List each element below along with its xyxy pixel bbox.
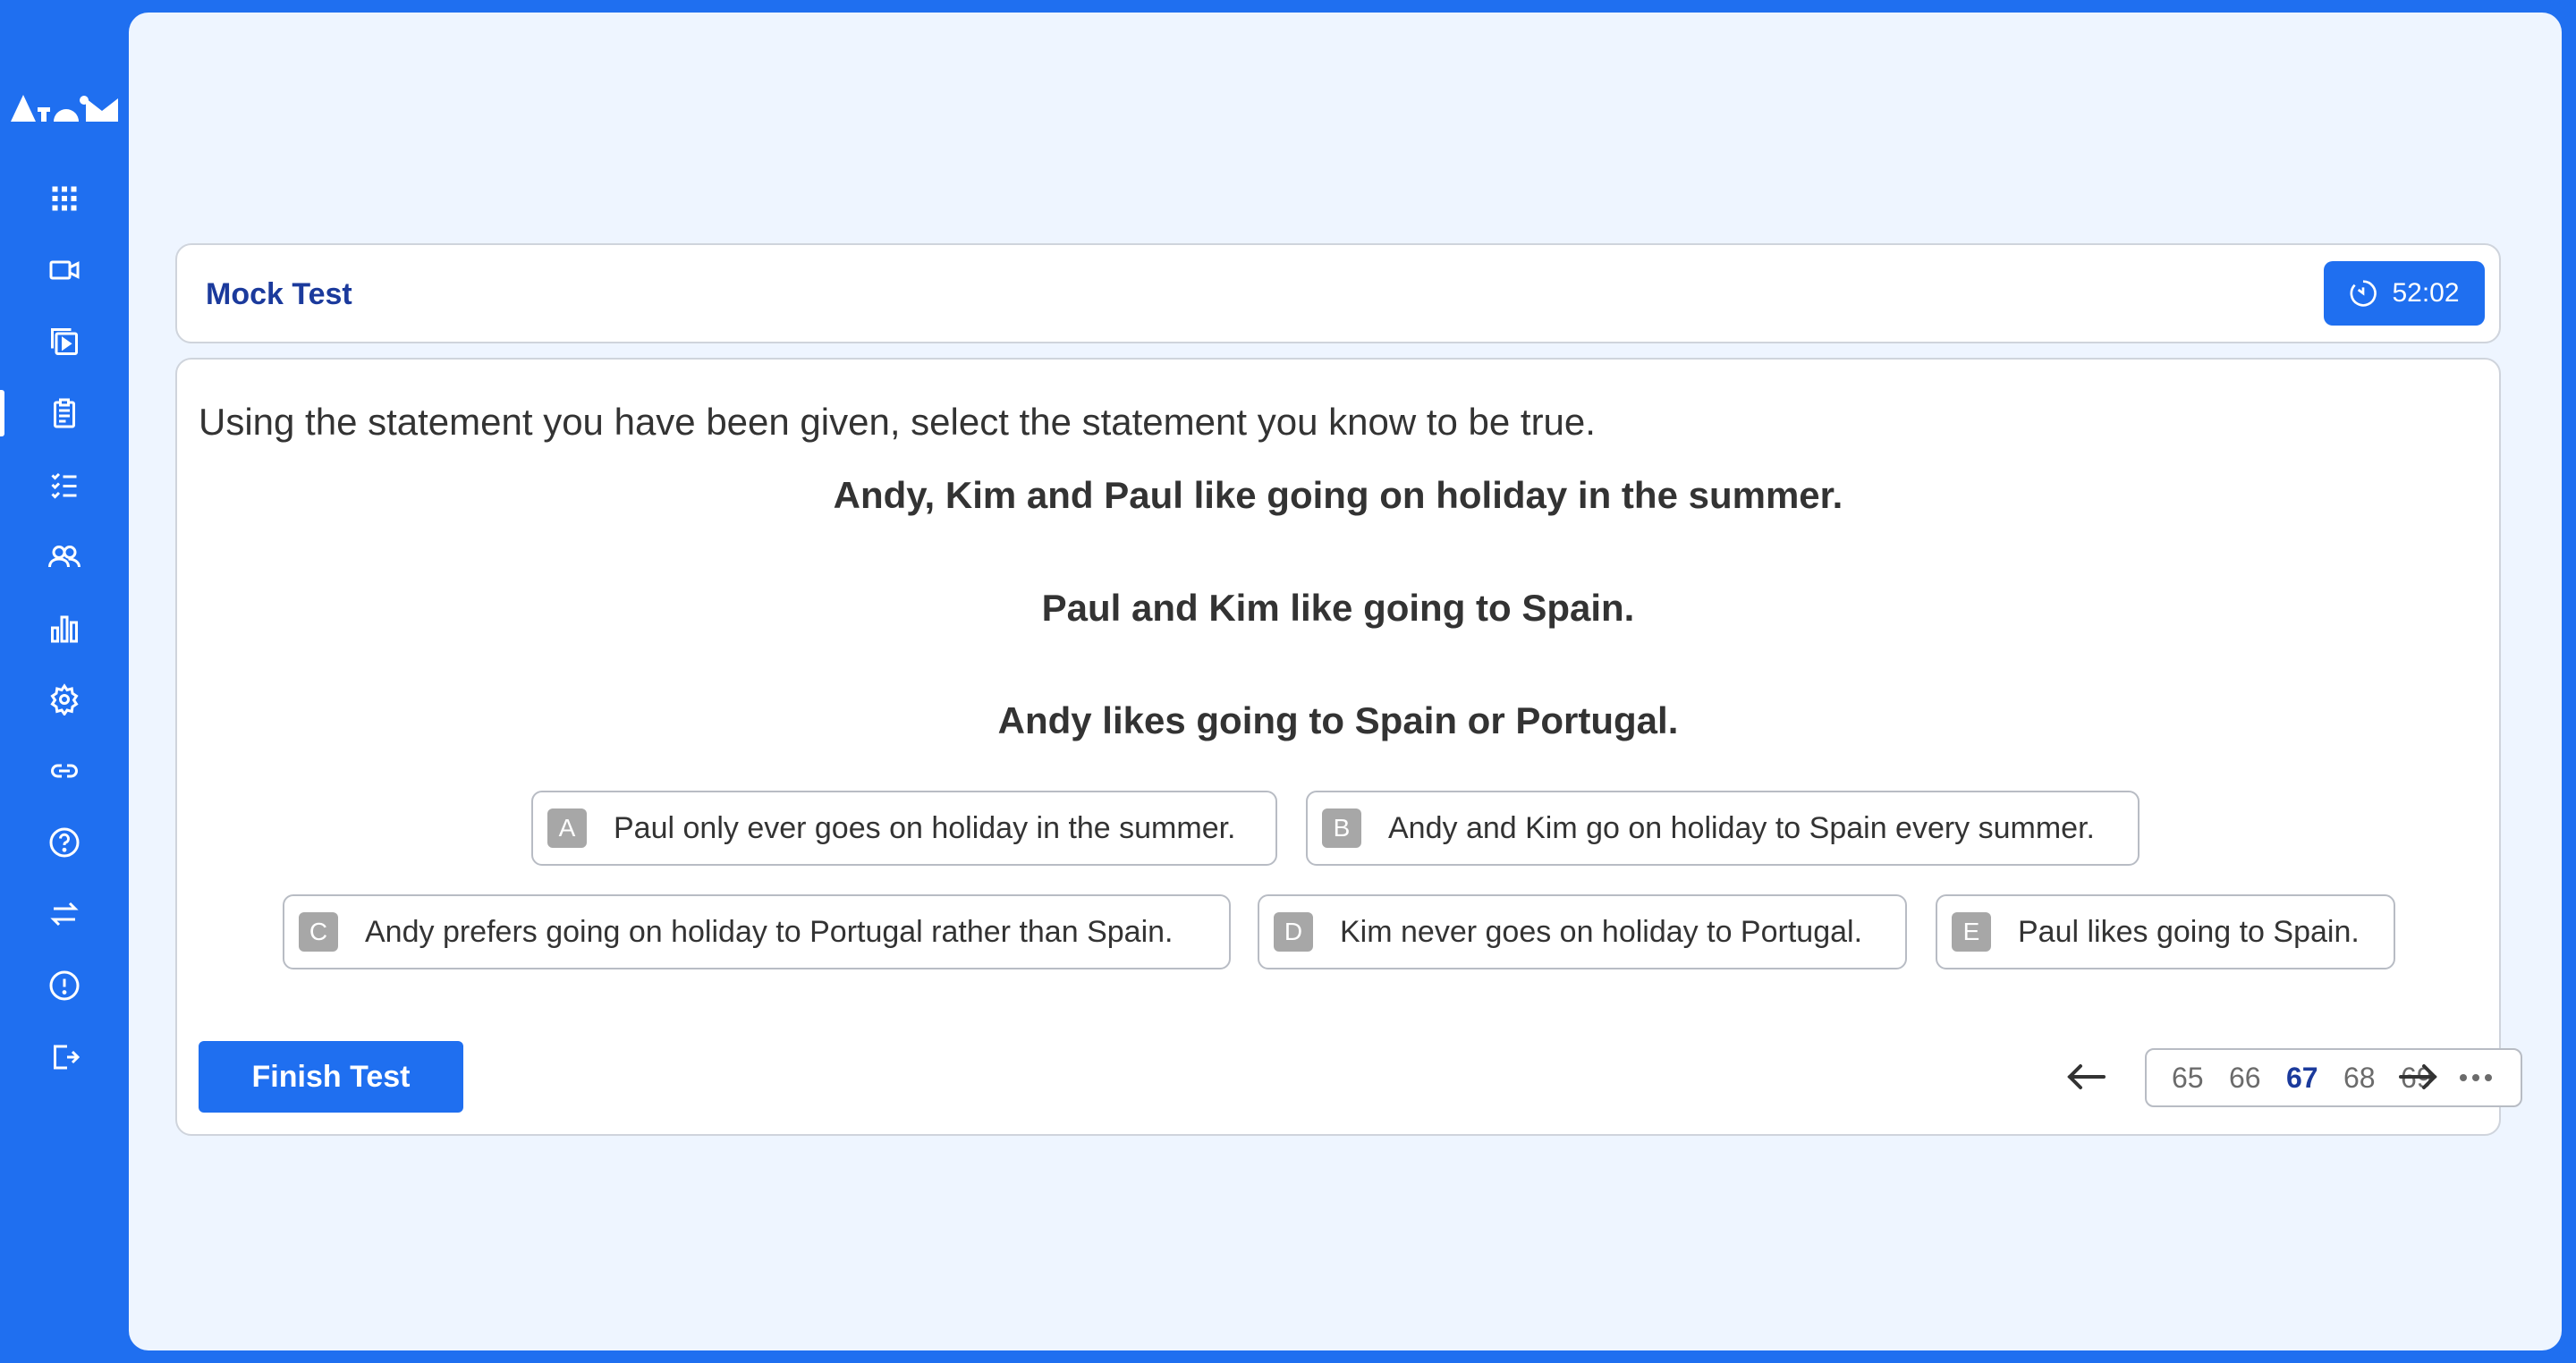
question-prompt: Using the statement you have been given,… [199, 401, 1596, 443]
option-e[interactable]: E Paul likes going to Spain. [1936, 894, 2395, 969]
sidebar-item-courses[interactable] [0, 306, 129, 377]
option-text: Paul only ever goes on holiday in the su… [614, 810, 1236, 845]
gear-icon [50, 683, 79, 715]
sidebar [0, 0, 129, 1363]
main-panel: Mock Test 52:02 Using the statement you … [129, 13, 2562, 1350]
page-68[interactable]: 68 [2343, 1062, 2401, 1095]
link-icon [51, 764, 78, 778]
logout-icon [54, 1045, 80, 1070]
sidebar-item-dashboard[interactable] [0, 163, 129, 234]
page-65[interactable]: 65 [2172, 1062, 2229, 1095]
alert-icon [49, 970, 80, 1001]
statement-3: Andy likes going to Spain or Portugal. [997, 699, 1679, 741]
question-card: Using the statement you have been given,… [175, 358, 2522, 1136]
option-d[interactable]: D Kim never goes on holiday to Portugal. [1258, 894, 1907, 969]
option-text: Kim never goes on holiday to Portugal. [1340, 914, 1863, 949]
swap-icon [50, 902, 79, 927]
statement-2: Paul and Kim like going to Spain. [1041, 587, 1635, 629]
playlist-icon [51, 328, 78, 355]
sidebar-item-tasks[interactable] [0, 449, 129, 521]
timer-badge: 52:02 [2324, 261, 2485, 326]
more-pages-icon[interactable] [2458, 1069, 2494, 1087]
option-text: Paul likes going to Spain. [2018, 914, 2360, 949]
option-a[interactable]: A Paul only ever goes on holiday in the … [531, 791, 1277, 866]
timer-value: 52:02 [2392, 278, 2460, 308]
option-letter: C [299, 912, 338, 952]
sidebar-item-videos[interactable] [0, 234, 129, 306]
test-header: Mock Test 52:02 [175, 243, 2501, 343]
option-letter: A [547, 808, 587, 848]
option-text: Andy and Kim go on holiday to Spain ever… [1388, 810, 2095, 845]
page-66[interactable]: 66 [2229, 1062, 2286, 1095]
page-title: Mock Test [206, 277, 352, 311]
sidebar-item-tests[interactable] [0, 377, 129, 449]
atom-logo[interactable] [9, 88, 120, 123]
option-letter: E [1952, 912, 1991, 952]
prev-question-button[interactable] [2061, 1054, 2111, 1100]
grid-icon [52, 186, 77, 211]
next-question-button[interactable] [2394, 1054, 2444, 1100]
users-icon [48, 546, 80, 568]
arrow-left-icon [2067, 1064, 2106, 1089]
sidebar-item-users[interactable] [0, 521, 129, 592]
sidebar-item-reports[interactable] [0, 592, 129, 664]
option-letter: D [1274, 912, 1313, 952]
page-67-current[interactable]: 67 [2286, 1062, 2343, 1095]
option-text: Andy prefers going on holiday to Portuga… [365, 914, 1174, 949]
option-b[interactable]: B Andy and Kim go on holiday to Spain ev… [1306, 791, 2140, 866]
option-c[interactable]: C Andy prefers going on holiday to Portu… [283, 894, 1231, 969]
sidebar-item-links[interactable] [0, 735, 129, 807]
arrow-right-icon [2399, 1064, 2437, 1089]
question-pager: 65 66 67 68 69 [2145, 1048, 2522, 1107]
option-letter: B [1322, 808, 1361, 848]
timer-icon [2351, 280, 2377, 307]
sidebar-item-logout[interactable] [0, 1021, 129, 1093]
finish-test-button[interactable]: Finish Test [199, 1041, 463, 1113]
sidebar-item-switch[interactable] [0, 878, 129, 950]
checklist-icon [51, 472, 77, 499]
statement-1: Andy, Kim and Paul like going on holiday… [833, 474, 1843, 516]
bar-chart-icon [51, 615, 78, 643]
clipboard-icon [54, 398, 75, 428]
video-icon [49, 260, 80, 280]
sidebar-item-help[interactable] [0, 807, 129, 878]
help-icon [49, 827, 80, 858]
sidebar-item-settings[interactable] [0, 664, 129, 735]
sidebar-item-alerts[interactable] [0, 950, 129, 1021]
